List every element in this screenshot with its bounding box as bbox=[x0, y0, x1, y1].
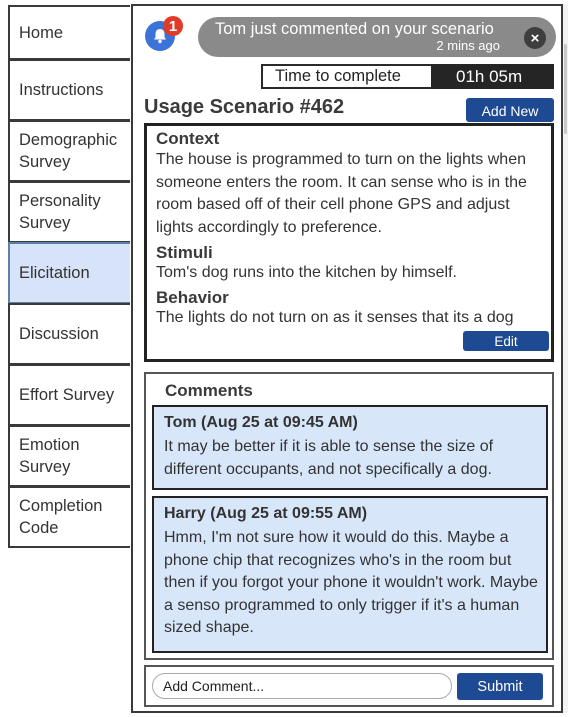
comment-author: Harry (Aug 25 at 09:55 AM) bbox=[164, 505, 368, 522]
notification-badge: 1 bbox=[163, 16, 183, 36]
add-new-button[interactable]: Add New bbox=[466, 98, 554, 122]
sidebar-item-demographic-survey[interactable]: Demographic Survey bbox=[8, 120, 130, 182]
scenario-box: Context The house is programmed to turn … bbox=[144, 123, 554, 362]
notification-message: Tom just commented on your scenario bbox=[215, 20, 494, 38]
comment-item: Harry (Aug 25 at 09:55 AM) Hmm, I'm not … bbox=[152, 496, 548, 653]
sidebar-item-label: Home bbox=[19, 23, 64, 42]
sidebar-item-discussion[interactable]: Discussion bbox=[8, 303, 130, 365]
timer-value: 01h 05m bbox=[431, 64, 554, 89]
sidebar-item-label: Completion Code bbox=[19, 497, 103, 537]
sidebar-item-label: Personality Survey bbox=[19, 192, 101, 232]
notification-time: 2 mins ago bbox=[436, 38, 500, 53]
close-icon[interactable]: × bbox=[524, 27, 546, 49]
context-text: The house is programmed to turn on the l… bbox=[156, 151, 527, 236]
sidebar-item-label: Emotion Survey bbox=[19, 436, 80, 476]
submit-button[interactable]: Submit bbox=[457, 673, 543, 700]
sidebar-item-label: Effort Survey bbox=[19, 386, 115, 404]
page-title: Usage Scenario #462 bbox=[144, 96, 345, 118]
sidebar-item-label: Instructions bbox=[19, 81, 104, 99]
comment-text: It may be better if it is able to sense … bbox=[164, 438, 494, 478]
comment-item: Tom (Aug 25 at 09:45 AM) It may be bette… bbox=[152, 405, 548, 490]
sidebar-item-label: Discussion bbox=[19, 325, 99, 343]
sidebar-item-personality-survey[interactable]: Personality Survey bbox=[8, 181, 130, 243]
sidebar-item-label: Demographic Survey bbox=[19, 131, 118, 171]
comment-text: Hmm, I'm not sure how it would do this. … bbox=[164, 529, 538, 636]
comments-title: Comments bbox=[165, 381, 253, 400]
sidebar-item-completion-code[interactable]: Completion Code bbox=[8, 486, 130, 548]
behavior-heading: Behavior bbox=[156, 288, 229, 307]
stimuli-heading: Stimuli bbox=[156, 243, 213, 262]
sidebar-item-effort-survey[interactable]: Effort Survey bbox=[8, 364, 130, 426]
add-comment-input[interactable] bbox=[152, 673, 452, 699]
stimuli-text: Tom's dog runs into the kitchen by himse… bbox=[156, 264, 457, 281]
scrollbar-thumb[interactable] bbox=[564, 44, 567, 134]
edit-button[interactable]: Edit bbox=[463, 331, 549, 351]
timer-label: Time to complete bbox=[261, 64, 431, 89]
sidebar-item-elicitation[interactable]: Elicitation bbox=[8, 242, 130, 304]
behavior-text: The lights do not turn on as it senses t… bbox=[156, 309, 514, 326]
comment-author: Tom (Aug 25 at 09:45 AM) bbox=[164, 414, 358, 431]
sidebar-item-instructions[interactable]: Instructions bbox=[8, 59, 130, 121]
main-scrollbar[interactable] bbox=[563, 4, 568, 713]
sidebar-item-home[interactable]: Home bbox=[8, 5, 130, 60]
notification-toast: Tom just commented on your scenario 2 mi… bbox=[198, 17, 556, 57]
sidebar-item-emotion-survey[interactable]: Emotion Survey bbox=[8, 425, 130, 487]
sidebar-item-label: Elicitation bbox=[19, 264, 90, 282]
context-heading: Context bbox=[156, 129, 220, 148]
